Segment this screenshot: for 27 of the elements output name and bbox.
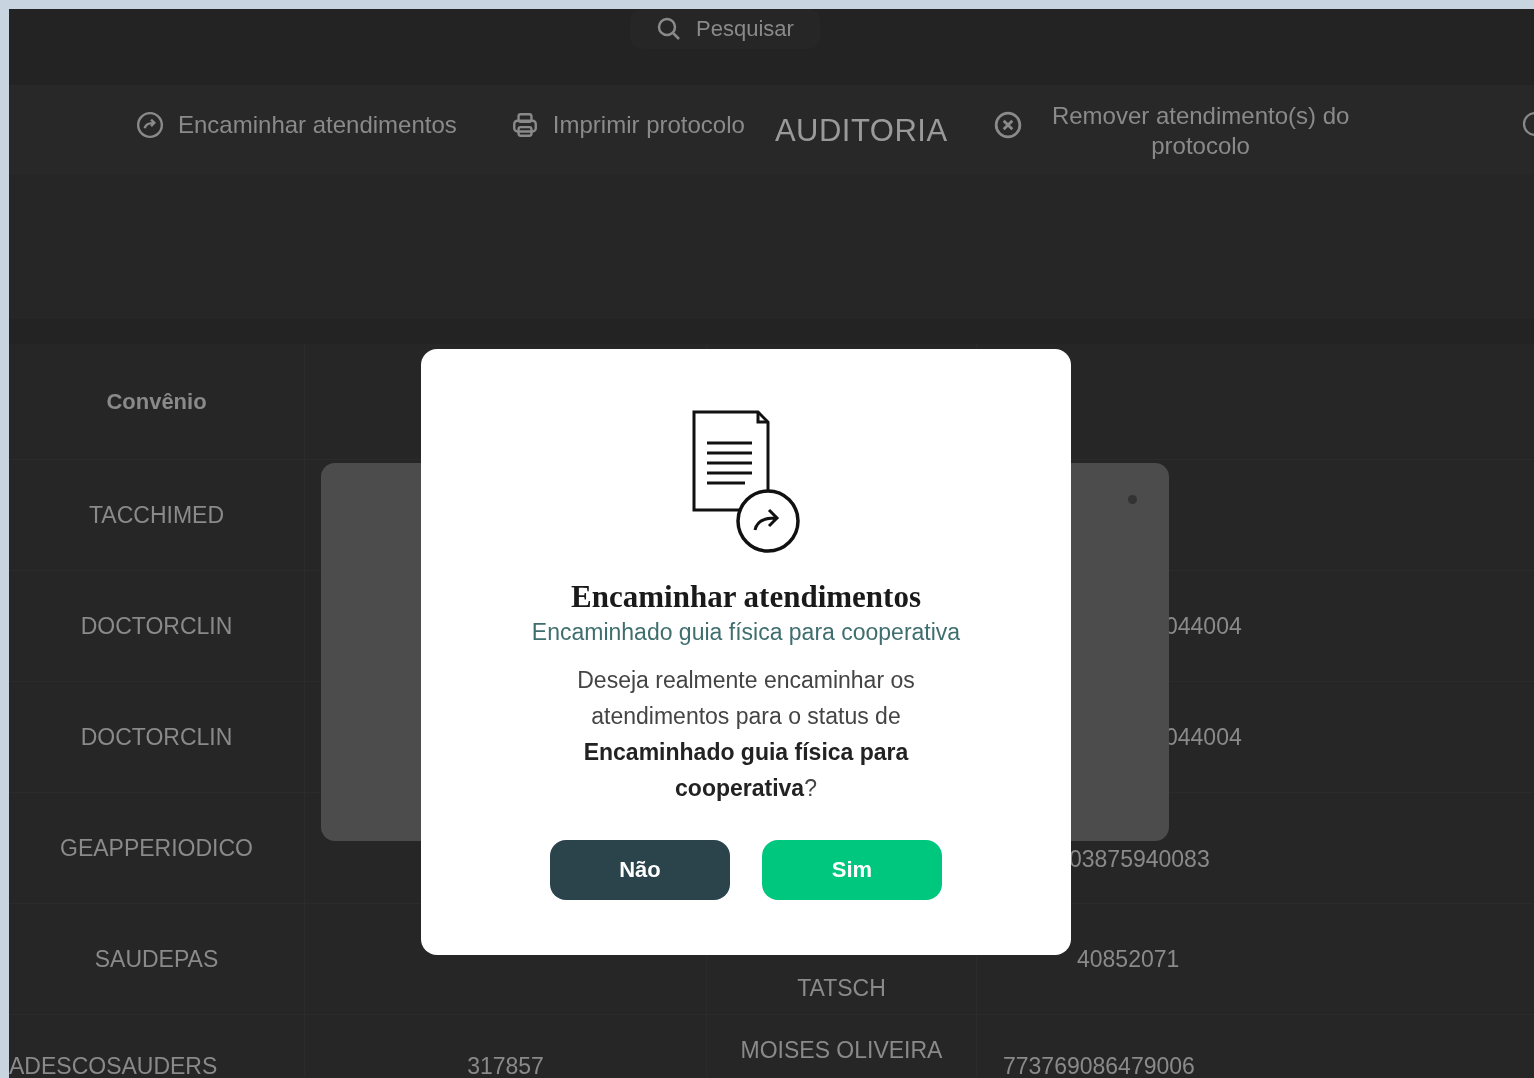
- table-cell: 773769086479006: [1003, 1053, 1195, 1078]
- table-cell: DOCTORCLIN: [80, 723, 233, 751]
- toolbar-button[interactable]: Encaminhar atendimentos: [136, 111, 457, 139]
- column-header: Convênio: [106, 388, 207, 415]
- modal-subtitle: Encaminhado guia física para cooperativa: [531, 619, 961, 646]
- table-cell: TACCHIMED: [89, 501, 224, 529]
- table-cell: MOISES OLIVEIRA: [740, 1037, 943, 1064]
- table-cell: TATSCH: [797, 975, 886, 1002]
- cancel-button[interactable]: Não: [550, 840, 730, 900]
- toolbar-button[interactable]: Imprimir protocolo: [510, 111, 745, 139]
- section-title: AUDITORIA: [774, 113, 948, 149]
- table-cell: SAUDEPAS: [94, 945, 219, 973]
- confirmation-message: Deseja realmente encaminhar os atendimentos para o status de Encaminhado guia física para cooperativa?: [576, 666, 916, 803]
- table-cell: GEAPPERIODICO: [60, 834, 253, 862]
- table-cell: 40852071: [1077, 945, 1180, 973]
- table-cell: ADESCOSAUDERS: [9, 1053, 218, 1078]
- confirm-button[interactable]: Sim: [762, 840, 942, 900]
- document-forward-icon: [690, 409, 802, 555]
- table-cell: 03875940083: [1069, 845, 1210, 873]
- table-cell: 317857: [467, 1053, 544, 1078]
- printer-icon: [510, 111, 539, 139]
- search-placeholder: Pesquisar: [696, 16, 794, 42]
- close-circle-icon: [993, 111, 1022, 139]
- search-icon: [656, 16, 682, 42]
- dot-icon: [1128, 495, 1137, 504]
- table-cell: DOCTORCLIN: [80, 612, 233, 640]
- modal-title: Encaminhar atendimentos: [571, 579, 921, 615]
